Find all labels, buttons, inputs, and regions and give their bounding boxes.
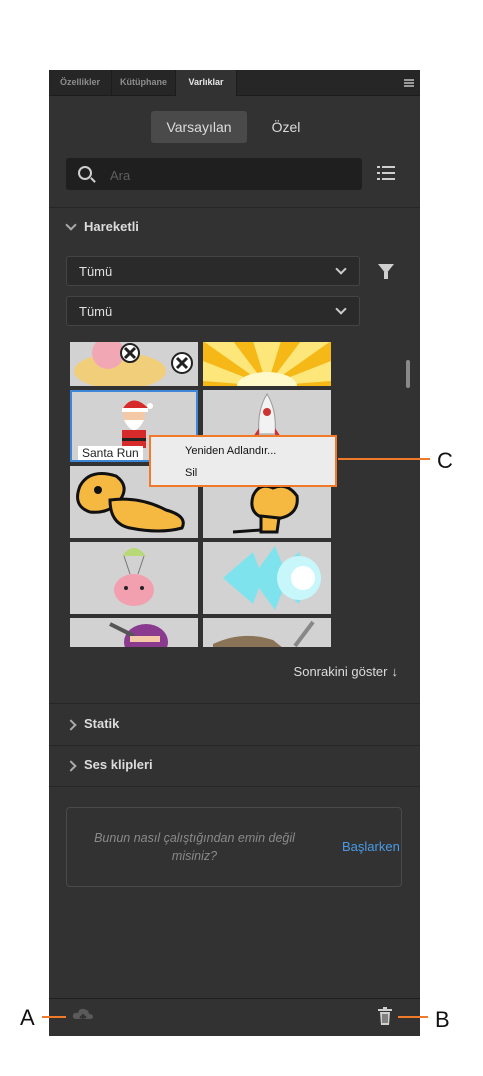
- panel-tab-bar: Özellikler Kütüphane Varlıklar: [49, 70, 420, 96]
- asset-thumbnail[interactable]: [70, 618, 198, 647]
- chevron-down-icon: [65, 219, 77, 231]
- chevron-right-icon: [65, 719, 77, 731]
- asset-thumbnail[interactable]: [70, 542, 198, 614]
- show-more-link[interactable]: Sonrakini göster ↓: [294, 664, 398, 679]
- arrow-down-icon: ↓: [391, 664, 399, 679]
- panel-bottom-bar: [49, 998, 420, 1036]
- filter-dropdown-1[interactable]: Tümü: [66, 256, 360, 286]
- section-animated-header[interactable]: Hareketli: [49, 209, 420, 247]
- assets-panel: Özellikler Kütüphane Varlıklar Varsayıla…: [49, 70, 420, 1036]
- search-icon: [78, 166, 92, 180]
- section-sound-clips-header[interactable]: Ses klipleri: [49, 747, 420, 785]
- getting-started-link[interactable]: Başlarken: [342, 839, 400, 854]
- trash-icon[interactable]: [377, 1007, 393, 1025]
- divider: [49, 207, 420, 208]
- list-view-icon[interactable]: [377, 165, 395, 183]
- section-static-title: Statik: [84, 716, 120, 731]
- callout-line-c: [338, 458, 430, 460]
- asset-thumbnail[interactable]: [203, 342, 331, 386]
- callout-label-a: A: [20, 1005, 35, 1030]
- panel-menu-icon[interactable]: [404, 79, 414, 87]
- chevron-down-icon: [335, 303, 347, 315]
- filter-dropdown-2-value: Tümü: [79, 304, 113, 319]
- tab-assets[interactable]: Varlıklar: [176, 70, 237, 96]
- filter-dropdown-2[interactable]: Tümü: [66, 296, 360, 326]
- chevron-right-icon: [65, 760, 77, 772]
- sunburst-thumbnail-image: [203, 342, 331, 386]
- pig-parachute-thumbnail-image: [114, 548, 154, 606]
- asset-name-label[interactable]: Santa Run: [78, 446, 143, 460]
- help-text: Bunun nasıl çalıştığından emin değil mis…: [94, 831, 295, 863]
- section-static-header[interactable]: Statik: [49, 706, 420, 744]
- callout-line-a: [42, 1016, 66, 1018]
- pig-cart-thumbnail-image: [74, 342, 193, 386]
- filter-dropdown-1-value: Tümü: [79, 264, 113, 279]
- cloud-upload-icon[interactable]: [71, 1007, 95, 1025]
- energy-blast-thumbnail-image: [223, 546, 321, 610]
- default-toggle-button[interactable]: Varsayılan: [151, 111, 247, 143]
- asset-thumbnail[interactable]: [203, 542, 331, 614]
- ninja-thumbnail-image: [109, 622, 168, 647]
- custom-toggle-button[interactable]: Özel: [261, 111, 311, 143]
- section-sound-clips-title: Ses klipleri: [84, 757, 153, 772]
- search-input[interactable]: [108, 158, 352, 192]
- section-animated-title: Hareketli: [84, 219, 139, 234]
- callout-line-b: [398, 1016, 428, 1018]
- context-menu: Yeniden Adlandır... Sil: [149, 435, 337, 487]
- asset-thumbnail[interactable]: [203, 618, 331, 647]
- help-box: Bunun nasıl çalıştığından emin değil mis…: [66, 807, 402, 887]
- divider: [49, 745, 420, 746]
- character-sword-thumbnail-image: [213, 620, 315, 647]
- callout-label-b: B: [435, 1007, 450, 1032]
- chevron-down-icon: [335, 263, 347, 275]
- grid-scrollbar[interactable]: [406, 360, 410, 388]
- asset-thumbnail[interactable]: [70, 342, 198, 386]
- context-menu-rename[interactable]: Yeniden Adlandır...: [185, 445, 276, 457]
- tab-library[interactable]: Kütüphane: [112, 70, 176, 95]
- filter-icon[interactable]: [378, 264, 394, 279]
- context-menu-delete[interactable]: Sil: [185, 467, 197, 479]
- search-box: [66, 158, 362, 192]
- divider: [49, 786, 420, 787]
- show-more-label: Sonrakini göster: [293, 664, 388, 679]
- callout-label-c: C: [437, 448, 453, 473]
- asset-grid: Santa Run: [70, 342, 334, 647]
- tab-properties[interactable]: Özellikler: [49, 70, 112, 95]
- divider: [49, 703, 420, 704]
